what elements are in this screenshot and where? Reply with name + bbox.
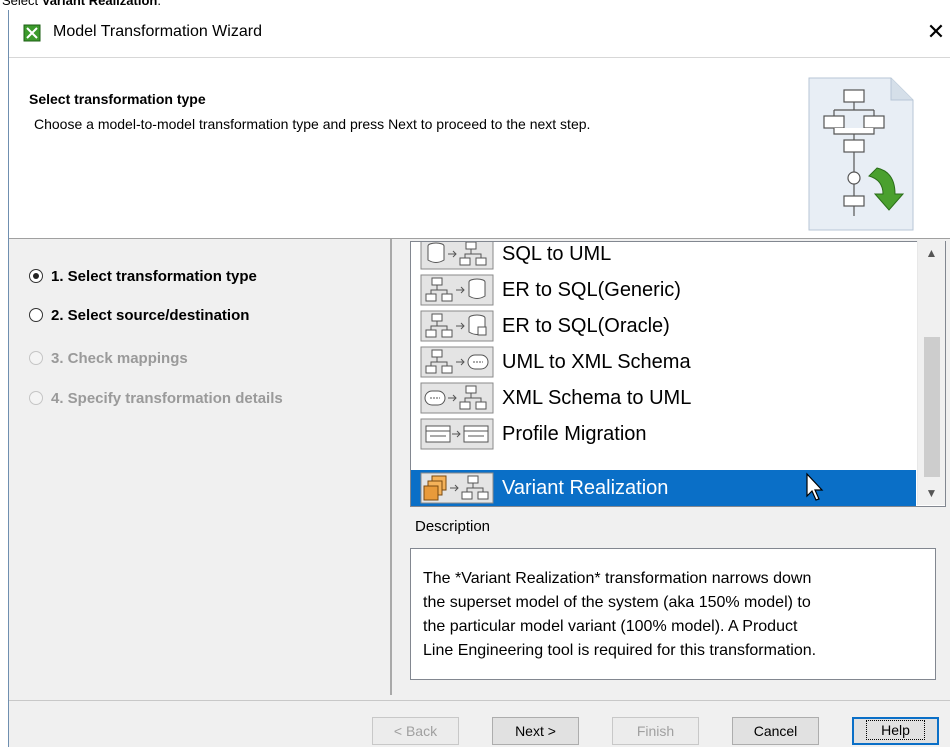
list-scrollbar[interactable]: ▲ ▼ <box>917 241 945 505</box>
step-label: 2. Select source/destination <box>51 306 250 324</box>
variant-realization-icon <box>420 472 494 504</box>
scroll-up-arrow-icon[interactable]: ▲ <box>918 243 945 263</box>
wizard-app-icon <box>23 24 41 42</box>
list-item-uml-to-xml-schema[interactable]: UML to XML Schema <box>411 344 916 380</box>
sql-to-uml-icon <box>420 242 494 270</box>
list-item-xml-schema-to-uml[interactable]: XML Schema to UML <box>411 380 916 416</box>
step-label: 3. Check mappings <box>51 349 188 367</box>
list-item-label: ER to SQL(Generic) <box>502 278 681 301</box>
list-item-label: Profile Migration <box>502 422 647 445</box>
caption-suffix: . <box>157 0 161 8</box>
scroll-down-arrow-icon[interactable]: ▼ <box>918 483 945 503</box>
next-button[interactable]: Next > <box>492 717 579 745</box>
cancel-button[interactable]: Cancel <box>732 717 819 745</box>
footer-separator <box>9 700 950 701</box>
caption-bold: Variant Realization <box>41 0 158 8</box>
list-item-label: XML Schema to UML <box>502 386 692 409</box>
mouse-pointer-icon <box>806 472 824 501</box>
er-to-sql-oracle-icon <box>420 310 494 342</box>
profile-migration-icon <box>420 418 494 450</box>
xml-schema-to-uml-icon <box>420 382 494 414</box>
description-line: The *Variant Realization* transformation… <box>423 570 812 587</box>
step-check-mappings: 3. Check mappings <box>29 346 188 370</box>
help-button-label: Help <box>866 720 925 740</box>
description-text-box: The *Variant Realization* transformation… <box>410 548 936 680</box>
description-line: the superset model of the system (aka 15… <box>423 594 811 611</box>
finish-button[interactable]: Finish <box>612 717 699 745</box>
header-title: Select transformation type <box>29 91 206 107</box>
list-item-label: ER to SQL(Oracle) <box>502 314 670 337</box>
list-item-er-to-sql-oracle[interactable]: ER to SQL(Oracle) <box>411 308 916 344</box>
header-description: Choose a model-to-model transformation t… <box>34 116 591 132</box>
description-line: the particular model variant (100% model… <box>423 618 798 635</box>
description-line: Line Engineering tool is required for th… <box>423 642 817 659</box>
step-specify-transformation-details: 4. Specify transformation details <box>29 386 283 410</box>
scrollbar-thumb[interactable] <box>924 337 940 477</box>
list-item-label: UML to XML Schema <box>502 350 691 373</box>
step-select-source-destination[interactable]: 2. Select source/destination <box>29 303 249 327</box>
wizard-header: Select transformation type Choose a mode… <box>9 58 950 239</box>
uml-to-xml-schema-icon <box>420 346 494 378</box>
back-button[interactable]: < Back <box>372 717 459 745</box>
radio-disabled-icon <box>29 351 43 365</box>
list-item-profile-migration[interactable]: Profile Migration <box>411 416 916 452</box>
window-title: Model Transformation Wizard <box>53 23 262 40</box>
help-button[interactable]: Help <box>852 717 939 745</box>
list-item-er-to-sql-generic[interactable]: ER to SQL(Generic) <box>411 272 916 308</box>
list-item-label: SQL to UML <box>502 242 612 265</box>
caption-prefix: Select <box>2 0 42 8</box>
list-item-sql-to-uml[interactable]: SQL to UML <box>411 242 916 272</box>
list-item-variant-realization[interactable]: Variant Realization <box>411 470 916 506</box>
panel-divider <box>390 239 392 695</box>
transformation-type-list[interactable]: SQL to UML ER to SQL(Generic) ER to SQL(… <box>410 241 946 507</box>
wizard-dialog: Model Transformation Wizard ✕ Select tra… <box>8 10 950 747</box>
radio-selected-icon <box>29 269 43 283</box>
steps-panel: 1. Select transformation type 2. Select … <box>9 239 384 689</box>
radio-disabled-icon <box>29 391 43 405</box>
description-label: Description <box>415 518 491 535</box>
step-select-transformation-type[interactable]: 1. Select transformation type <box>29 264 257 288</box>
step-label: 4. Specify transformation details <box>51 389 283 407</box>
er-to-sql-generic-icon <box>420 274 494 306</box>
list-item-label: Variant Realization <box>502 476 669 499</box>
close-button[interactable]: ✕ <box>921 10 950 56</box>
title-bar[interactable]: Model Transformation Wizard ✕ <box>9 10 950 58</box>
instruction-caption: Select Variant Realization. <box>2 0 161 8</box>
radio-empty-icon <box>29 308 43 322</box>
flowchart-transform-icon <box>808 77 914 231</box>
step-label: 1. Select transformation type <box>51 267 257 285</box>
